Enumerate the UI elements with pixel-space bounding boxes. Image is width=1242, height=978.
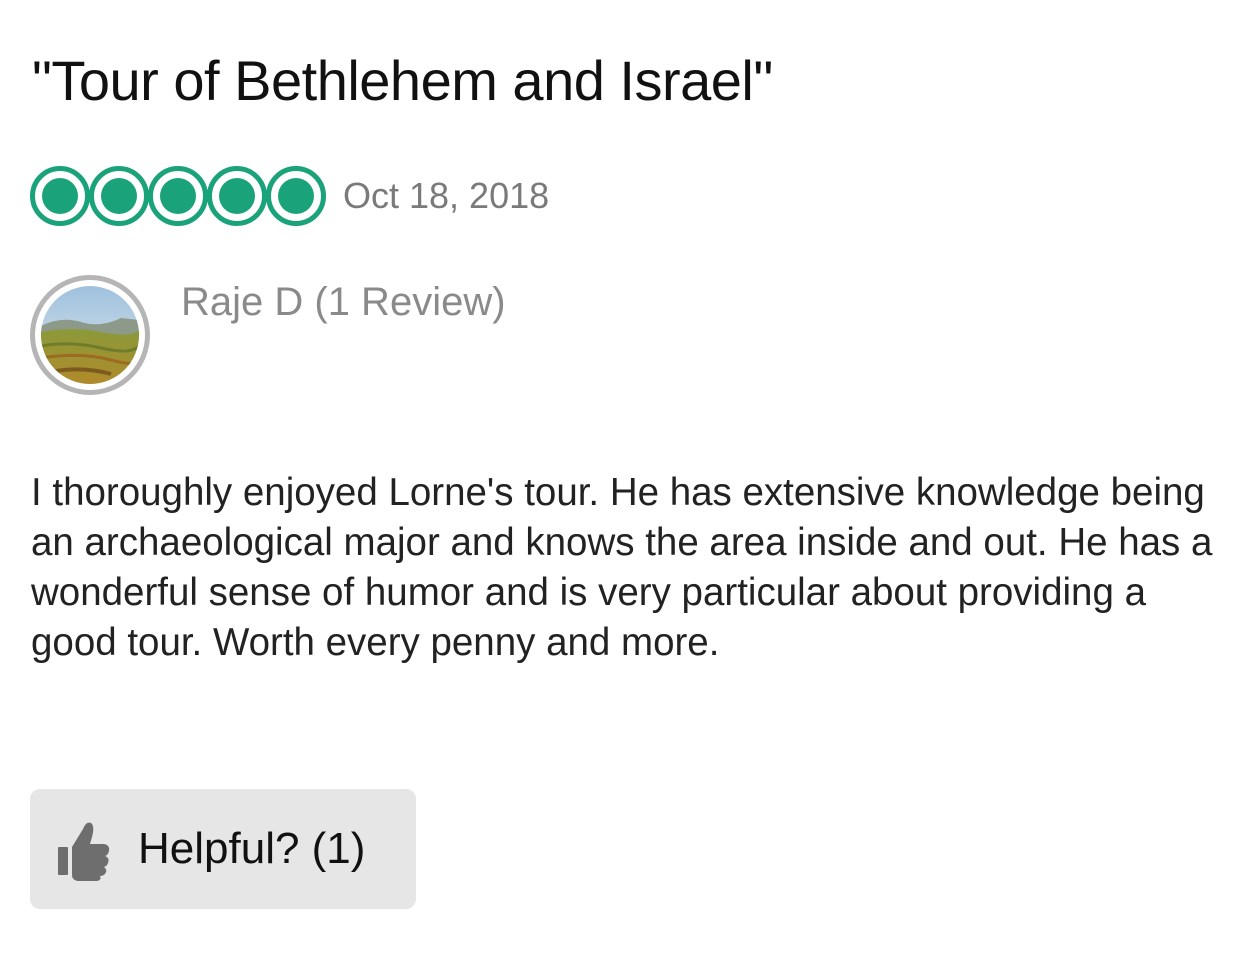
thumbs-up-icon (58, 822, 110, 881)
rating-bubble-fill (278, 178, 314, 214)
rating-bubble (207, 166, 267, 226)
rating-row: Oct 18, 2018 (30, 165, 549, 227)
rating-bubble-fill (160, 178, 196, 214)
avatar-landscape-photo (41, 286, 139, 384)
rating-bubbles (30, 166, 326, 226)
avatar[interactable] (30, 275, 150, 395)
reviewer-name[interactable]: Raje D (1 Review) (181, 278, 506, 326)
rating-bubble (266, 166, 326, 226)
rating-bubble (30, 166, 90, 226)
rating-bubble-fill (101, 178, 137, 214)
rating-bubble-fill (42, 178, 78, 214)
helpful-label: Helpful? (1) (138, 824, 366, 873)
review-date: Oct 18, 2018 (343, 175, 550, 216)
review-body: I thoroughly enjoyed Lorne's tour. He ha… (31, 471, 1213, 664)
rating-bubble-fill (219, 178, 255, 214)
helpful-button[interactable]: Helpful? (1) (30, 789, 416, 909)
review-title: "Tour of Bethlehem and Israel" (32, 49, 773, 112)
rating-bubble (89, 166, 149, 226)
rating-bubble (148, 166, 208, 226)
